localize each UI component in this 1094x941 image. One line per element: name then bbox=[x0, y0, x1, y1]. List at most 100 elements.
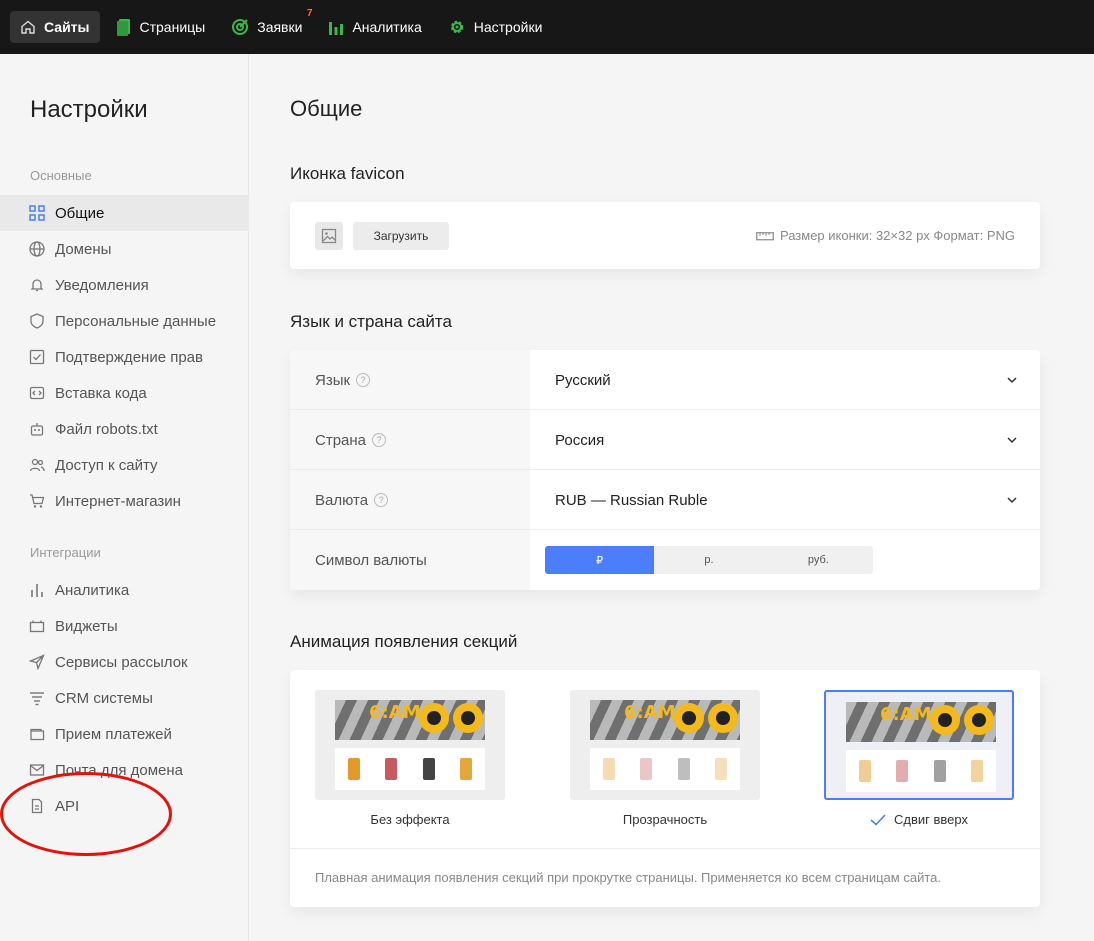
language-label: Язык bbox=[315, 371, 351, 389]
home-icon bbox=[21, 20, 35, 34]
shield-icon bbox=[28, 312, 46, 330]
sidebar-item-crm[interactable]: CRM системы bbox=[0, 680, 249, 716]
help-icon[interactable]: ? bbox=[374, 493, 389, 507]
sidebar-item-label: Виджеты bbox=[55, 617, 118, 635]
help-icon[interactable]: ? bbox=[356, 373, 371, 387]
symbol-option-rub[interactable]: руб. bbox=[764, 546, 873, 574]
row-label: Страна? bbox=[290, 410, 530, 470]
sidebar-item-label: Интернет-магазин bbox=[55, 492, 181, 510]
currency-symbol-row: Символ валюты ₽ р. руб. bbox=[290, 530, 1040, 590]
preview-products bbox=[846, 750, 996, 792]
ruler-icon bbox=[756, 231, 774, 240]
topnav-requests[interactable]: Заявки 7 bbox=[221, 8, 313, 43]
animation-description: Плавная анимация появления секций при пр… bbox=[315, 870, 941, 885]
preview-image: 6:AM bbox=[846, 702, 996, 742]
topnav-pages-label: Страницы bbox=[139, 19, 206, 35]
symbol-option-rub-sign[interactable]: ₽ bbox=[545, 546, 655, 574]
favicon-size-info: Размер иконки: 32×32 px Формат: PNG bbox=[756, 228, 1015, 243]
sidebar-item-robots[interactable]: Файл robots.txt bbox=[0, 411, 249, 447]
sidebar-item-label: Файл robots.txt bbox=[55, 420, 158, 438]
animation-divider bbox=[290, 848, 1040, 849]
preview-products bbox=[335, 748, 485, 790]
bar-chart-icon bbox=[28, 581, 46, 599]
row-label: Язык? bbox=[290, 350, 530, 410]
sidebar-item-label: CRM системы bbox=[55, 689, 153, 707]
sidebar-item-label: Персональные данные bbox=[55, 312, 217, 330]
sidebar-item-label: Доступ к сайту bbox=[55, 456, 158, 474]
check-icon bbox=[870, 813, 886, 826]
animation-option-slide-up-label: Сдвиг вверх bbox=[824, 812, 1014, 827]
sidebar-item-notifications[interactable]: Уведомления bbox=[0, 267, 249, 303]
grid-icon bbox=[28, 204, 46, 222]
users-icon bbox=[28, 456, 46, 474]
sidebar-item-label: Прием платежей bbox=[55, 725, 172, 743]
filter-icon bbox=[28, 689, 46, 707]
currency-select[interactable]: RUB — Russian Ruble bbox=[530, 470, 1040, 530]
section-label-main: Основные bbox=[30, 168, 92, 183]
sidebar-item-code-insert[interactable]: Вставка кода bbox=[0, 375, 249, 411]
top-navigation-bar: Сайты Страницы Заявки 7 Аналитика Настро… bbox=[0, 0, 1094, 54]
language-heading: Язык и страна сайта bbox=[290, 312, 452, 331]
animation-option-slide-up[interactable]: 6:AM bbox=[824, 690, 1014, 800]
sidebar-item-general[interactable]: Общие bbox=[0, 195, 249, 231]
animation-card: 6:AM Без эффекта 6:AM Прозрачность 6:AM … bbox=[290, 670, 1040, 907]
language-card: Язык? Русский Страна? Россия Валюта? RUB… bbox=[290, 350, 1040, 590]
symbol-option-r-dot[interactable]: р. bbox=[654, 546, 763, 574]
currency-label: Валюта bbox=[315, 491, 369, 509]
topnav-sites[interactable]: Сайты bbox=[10, 11, 100, 43]
animation-option-none-label: Без эффекта bbox=[370, 812, 450, 827]
country-select[interactable]: Россия bbox=[530, 410, 1040, 470]
bar-chart-icon bbox=[329, 22, 344, 35]
requests-count-badge: 7 bbox=[306, 8, 313, 19]
sidebar-item-personal-data[interactable]: Персональные данные bbox=[0, 303, 249, 339]
topnav-analytics[interactable]: Аналитика bbox=[318, 11, 431, 43]
currency-symbol-label: Символ валюты bbox=[315, 551, 427, 569]
country-value: Россия bbox=[555, 431, 605, 449]
sidebar-item-payments[interactable]: Прием платежей bbox=[0, 716, 249, 752]
globe-icon bbox=[28, 240, 46, 258]
settings-main-panel: Общие Иконка favicon Загрузить Размер ик… bbox=[250, 54, 1094, 941]
sidebar-item-analytics[interactable]: Аналитика bbox=[0, 572, 249, 608]
upload-button[interactable]: Загрузить bbox=[353, 222, 449, 250]
cart-icon bbox=[28, 492, 46, 510]
animation-option-opacity[interactable]: 6:AM bbox=[570, 690, 760, 800]
code-icon bbox=[28, 384, 46, 402]
image-placeholder-icon[interactable] bbox=[315, 222, 343, 250]
preview-image: 6:AM bbox=[590, 700, 740, 740]
preview-products bbox=[590, 748, 740, 790]
sidebar-item-site-access[interactable]: Доступ к сайту bbox=[0, 447, 249, 483]
animation-option-none[interactable]: 6:AM bbox=[315, 690, 505, 800]
red-annotation-circle bbox=[0, 772, 172, 856]
row-label: Валюта? bbox=[290, 470, 530, 530]
favicon-heading: Иконка favicon bbox=[290, 164, 405, 183]
currency-value: RUB — Russian Ruble bbox=[555, 491, 708, 509]
sidebar-title: Настройки bbox=[30, 96, 148, 123]
sidebar-item-shop[interactable]: Интернет-магазин bbox=[0, 483, 249, 519]
topnav-sites-label: Сайты bbox=[44, 19, 90, 35]
animation-option-opacity-label: Прозрачность bbox=[622, 812, 708, 827]
sidebar-item-label: Аналитика bbox=[55, 581, 130, 599]
send-icon bbox=[28, 653, 46, 671]
robot-icon bbox=[28, 420, 46, 438]
sidebar-item-rights-confirmation[interactable]: Подтверждение прав bbox=[0, 339, 249, 375]
sidebar-item-widgets[interactable]: Виджеты bbox=[0, 608, 249, 644]
language-select[interactable]: Русский bbox=[530, 350, 1040, 410]
currency-row: Валюта? RUB — Russian Ruble bbox=[290, 470, 1040, 530]
sidebar-item-domains[interactable]: Домены bbox=[0, 231, 249, 267]
topnav-pages[interactable]: Страницы bbox=[106, 11, 216, 43]
topnav-settings[interactable]: Настройки bbox=[438, 11, 553, 43]
topnav-settings-label: Настройки bbox=[473, 19, 543, 35]
chevron-down-icon bbox=[1007, 437, 1017, 444]
page-title: Общие bbox=[290, 96, 363, 121]
topnav-analytics-label: Аналитика bbox=[352, 19, 422, 35]
sidebar-item-label: Общие bbox=[55, 204, 105, 222]
animation-heading: Анимация появления секций bbox=[290, 632, 518, 651]
gear-icon bbox=[450, 20, 463, 34]
language-value: Русский bbox=[555, 371, 611, 389]
sidebar-item-label: Домены bbox=[55, 240, 112, 258]
chevron-down-icon bbox=[1007, 377, 1017, 384]
wallet-icon bbox=[28, 725, 46, 743]
sidebar-item-label: Сервисы рассылок bbox=[55, 653, 188, 671]
help-icon[interactable]: ? bbox=[372, 433, 387, 447]
sidebar-item-mailing-services[interactable]: Сервисы рассылок bbox=[0, 644, 249, 680]
